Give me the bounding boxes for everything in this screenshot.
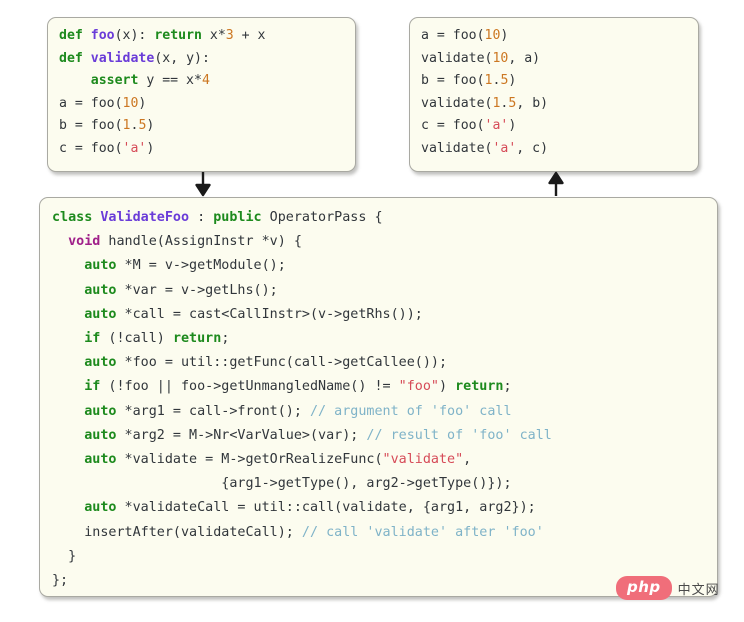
php-logo-badge: php [616,576,672,600]
code-line: c = foo('a') [59,140,155,156]
code-line: validate('a', c) [421,140,549,156]
code-line: auto *validateCall = util::call(validate… [84,500,536,516]
code-line: validate(10, a) [421,50,541,66]
code-line: {arg1->getType(), arg2->getType()}); [52,476,512,492]
code-line: auto *call = cast<CallInstr>(v->getRhs()… [84,306,423,322]
code-line: c = foo('a') [421,118,517,134]
code-line: auto *foo = util::getFunc(call->getCalle… [84,355,448,371]
code-line: auto *M = v->getModule(); [84,258,286,274]
code-line: a = foo(10) [421,28,509,43]
arrow-down-icon [192,171,214,197]
code-line: auto *validate = M->getOrRealizeFunc("va… [84,452,472,468]
code-line: b = foo(1.5) [59,118,155,134]
code-line: def validate(x, y): [59,50,210,66]
code-line: a = foo(10) [59,95,147,111]
code-line: } [52,548,77,564]
cpp-pass-panel: class ValidateFoo : public OperatorPass … [39,197,718,597]
watermark: php 中文网 [616,576,720,600]
python-source-code: def foo(x): return x*3 + x def validate(… [48,18,355,161]
code-line: auto *arg1 = call->front(); // argument … [84,403,512,419]
code-line: assert y == x*4 [90,73,210,89]
cpp-pass-code: class ValidateFoo : public OperatorPass … [40,198,717,593]
watermark-text: 中文网 [677,582,720,598]
code-line: auto *var = v->getLhs(); [84,282,278,298]
python-instantiated-panel: a = foo(10) validate(10, a) b = foo(1.5)… [409,17,699,172]
code-line: }; [52,573,69,589]
code-line: auto *arg2 = M->Nr<VarValue>(var); // re… [84,427,552,443]
code-line: def foo(x): return x*3 + x [59,28,266,43]
code-line: insertAfter(validateCall); // call 'vali… [52,524,544,540]
code-line: class ValidateFoo : public OperatorPass … [52,210,383,225]
arrow-up-icon [545,171,567,197]
code-line: if (!call) return; [84,331,230,347]
code-line: b = foo(1.5) [421,73,517,89]
code-line: validate(1.5, b) [421,95,549,111]
python-instantiated-code: a = foo(10) validate(10, a) b = foo(1.5)… [410,18,698,161]
code-line: void handle(AssignInstr *v) { [68,234,302,250]
code-line: if (!foo || foo->getUnmangledName() != "… [84,379,512,395]
python-source-panel: def foo(x): return x*3 + x def validate(… [47,17,356,172]
